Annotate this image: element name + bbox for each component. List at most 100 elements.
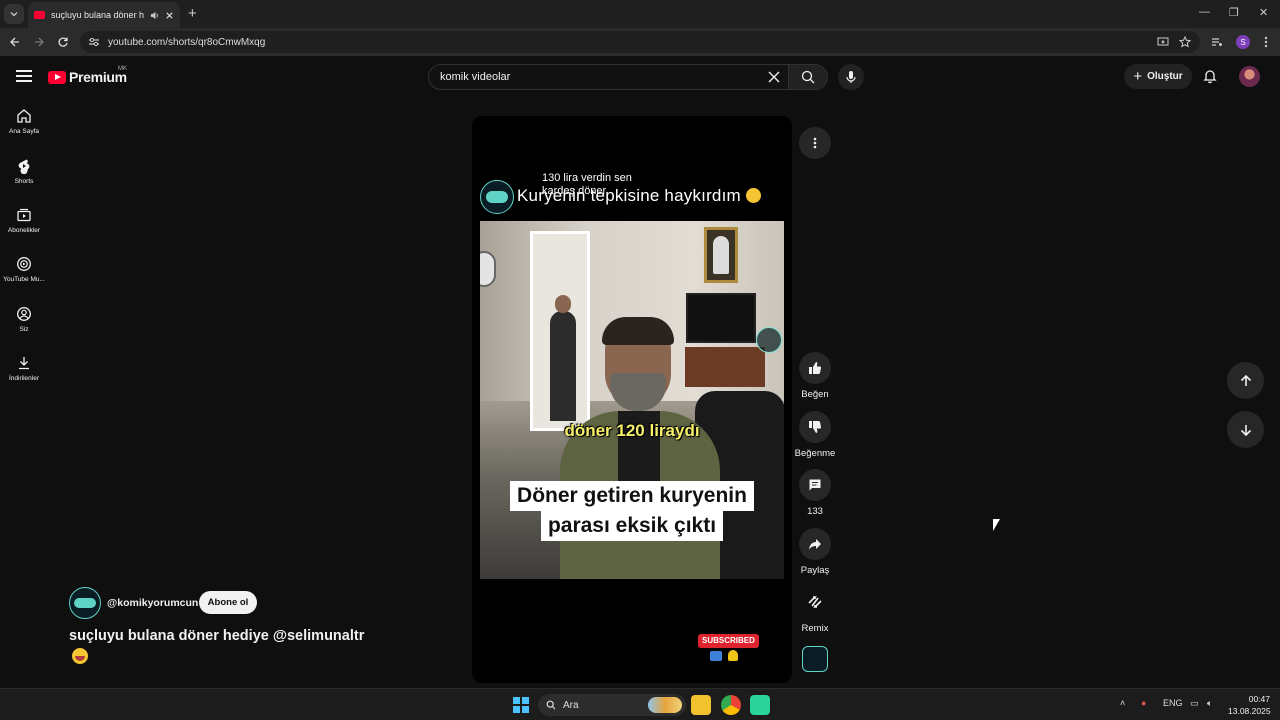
sidebar-item-downloads[interactable]: İndirilenler: [0, 355, 48, 399]
plus-icon: +: [1133, 67, 1143, 85]
volume-icon[interactable]: 🔈︎: [1207, 698, 1212, 709]
sidebar-item-label: Siz: [19, 326, 29, 333]
video-caption-line-1: Döner getiren kuryenin: [510, 481, 754, 511]
sidebar-item-home[interactable]: Ana Sayfa: [0, 108, 48, 152]
clear-search-icon[interactable]: [767, 70, 781, 84]
video-title-text: Kuryenin tepkisine haykırdım: [517, 186, 761, 206]
address-bar[interactable]: youtube.com/shorts/qr8oCmwMxqg: [80, 31, 1200, 53]
youtube-logo[interactable]: Premium MK: [48, 66, 127, 85]
video-description[interactable]: suçluyu bulana döner hediye @selimunaltr: [69, 626, 389, 646]
language-indicator[interactable]: ENG: [1163, 698, 1183, 708]
taskbar-clock[interactable]: 00:47 13.08.2025: [1228, 693, 1271, 717]
sidebar-item-you[interactable]: Siz: [0, 306, 48, 350]
tab-list-button[interactable]: [4, 4, 24, 24]
create-button[interactable]: + Oluştur: [1124, 64, 1192, 89]
remix-button-circle[interactable]: [799, 586, 831, 618]
video-caption-yellow: döner 120 liraydı: [564, 421, 700, 440]
restore-icon[interactable]: ❐: [1229, 6, 1239, 19]
share-button[interactable]: Paylaş: [791, 528, 839, 576]
video-frame: döner 120 liraydı Döner getiren kuryenin…: [480, 221, 784, 579]
voice-search-button[interactable]: [838, 64, 864, 90]
subscriptions-icon: [17, 208, 31, 222]
network-icon[interactable]: ▭: [1190, 698, 1199, 709]
search-icon: [546, 700, 556, 710]
back-button[interactable]: [6, 33, 24, 51]
thumbs-down-icon: [809, 421, 822, 433]
site-settings-icon[interactable]: [88, 36, 100, 48]
like-button[interactable]: Beğen: [791, 352, 839, 400]
remix-button[interactable]: Remix: [791, 586, 839, 634]
share-button-circle[interactable]: [799, 528, 831, 560]
share-label: Paylaş: [800, 565, 830, 576]
sidebar-item-label: Shorts: [14, 178, 34, 185]
watermark-logo: [756, 327, 782, 353]
comments-count: 133: [807, 506, 823, 517]
you-icon: [17, 307, 31, 321]
mouse-cursor-icon: [993, 519, 1000, 531]
sidebar-item-label: Ana Sayfa: [9, 128, 39, 135]
sidebar-item-label: Abonelikler: [7, 227, 41, 234]
sidebar-item-shorts[interactable]: Shorts: [0, 158, 48, 202]
close-window-icon[interactable]: ✕: [1259, 6, 1268, 19]
sidebar-item-subscriptions[interactable]: Abonelikler: [0, 207, 48, 251]
dislike-button[interactable]: Beğenme: [791, 411, 839, 459]
video-scene-portrait: [704, 227, 738, 283]
arrow-down-icon: [1240, 424, 1251, 436]
logo-region-code: MK: [118, 66, 127, 72]
microphone-in-use-icon[interactable]: ●: [1141, 698, 1146, 708]
tray-overflow-chevron-icon[interactable]: ˄: [1120, 698, 1125, 708]
like-button-circle[interactable]: [799, 352, 831, 384]
windows-start-icon[interactable]: [513, 697, 529, 713]
search-input[interactable]: komik videolar: [428, 64, 790, 90]
taskbar-search-placeholder: Ara: [563, 699, 579, 711]
video-channel-badge-logo: [480, 180, 514, 214]
next-short-button[interactable]: [1227, 411, 1264, 448]
reload-icon: [58, 37, 68, 47]
shorts-video-player[interactable]: 130 lira verdin sen kardeş döner Kuryeni…: [472, 116, 792, 683]
arrow-up-icon: [1240, 374, 1251, 386]
media-controls-icon[interactable]: [1209, 34, 1225, 50]
close-tab-icon[interactable]: [165, 11, 174, 20]
speaker-icon[interactable]: [150, 11, 159, 20]
video-scene-clock: [480, 251, 496, 287]
reload-button[interactable]: [54, 33, 72, 51]
search-highlight-image: [648, 697, 682, 713]
bell-icon: [728, 650, 738, 661]
previous-short-button[interactable]: [1227, 362, 1264, 399]
notifications-bell-icon[interactable]: [1202, 68, 1218, 84]
minimize-icon[interactable]: —: [1199, 6, 1210, 18]
browser-profile-avatar[interactable]: S: [1236, 35, 1250, 49]
file-explorer-icon[interactable]: [691, 695, 711, 715]
comments-button-circle[interactable]: [799, 469, 831, 501]
forward-button[interactable]: [30, 33, 48, 51]
youtube-header: Premium MK komik videolar + Oluştur: [0, 56, 1280, 98]
channel-avatar[interactable]: [69, 587, 101, 619]
more-vertical-icon: [813, 137, 817, 149]
more-options-button[interactable]: [799, 127, 831, 159]
clock-date: 13.08.2025: [1228, 706, 1271, 716]
downloads-icon: [19, 357, 29, 370]
dislike-button-circle[interactable]: [799, 411, 831, 443]
subscribed-badge: SUBSCRIBED: [698, 634, 759, 648]
share-arrow-icon: [809, 539, 821, 550]
taskbar-search[interactable]: Ara: [538, 694, 686, 716]
bookmark-star-icon[interactable]: [1177, 34, 1193, 50]
browser-tab-active[interactable]: suçluyu bulana döner hediy: [28, 2, 180, 28]
sidebar-item-youtube-music[interactable]: YouTube Mu...: [0, 256, 48, 300]
search-button[interactable]: [788, 64, 828, 90]
sound-source-avatar[interactable]: [802, 646, 828, 672]
app-icon[interactable]: [750, 695, 770, 715]
install-app-icon[interactable]: [1155, 34, 1171, 50]
laughing-emoji-icon: [72, 648, 88, 664]
remix-label: Remix: [801, 623, 829, 634]
subscribe-button[interactable]: Abone ol: [199, 591, 257, 614]
chrome-icon[interactable]: [721, 695, 741, 715]
menu-hamburger-icon[interactable]: [16, 70, 32, 82]
dislike-label: Beğenme: [794, 448, 836, 459]
channel-handle[interactable]: @komikyorumcun: [107, 597, 198, 609]
browser-tab-bar: suçluyu bulana döner hediy + — ❐ ✕: [0, 0, 1280, 28]
account-avatar[interactable]: [1239, 66, 1260, 87]
new-tab-button[interactable]: +: [188, 6, 197, 21]
browser-menu-icon[interactable]: [1258, 34, 1274, 50]
comments-button[interactable]: 133: [791, 469, 839, 517]
